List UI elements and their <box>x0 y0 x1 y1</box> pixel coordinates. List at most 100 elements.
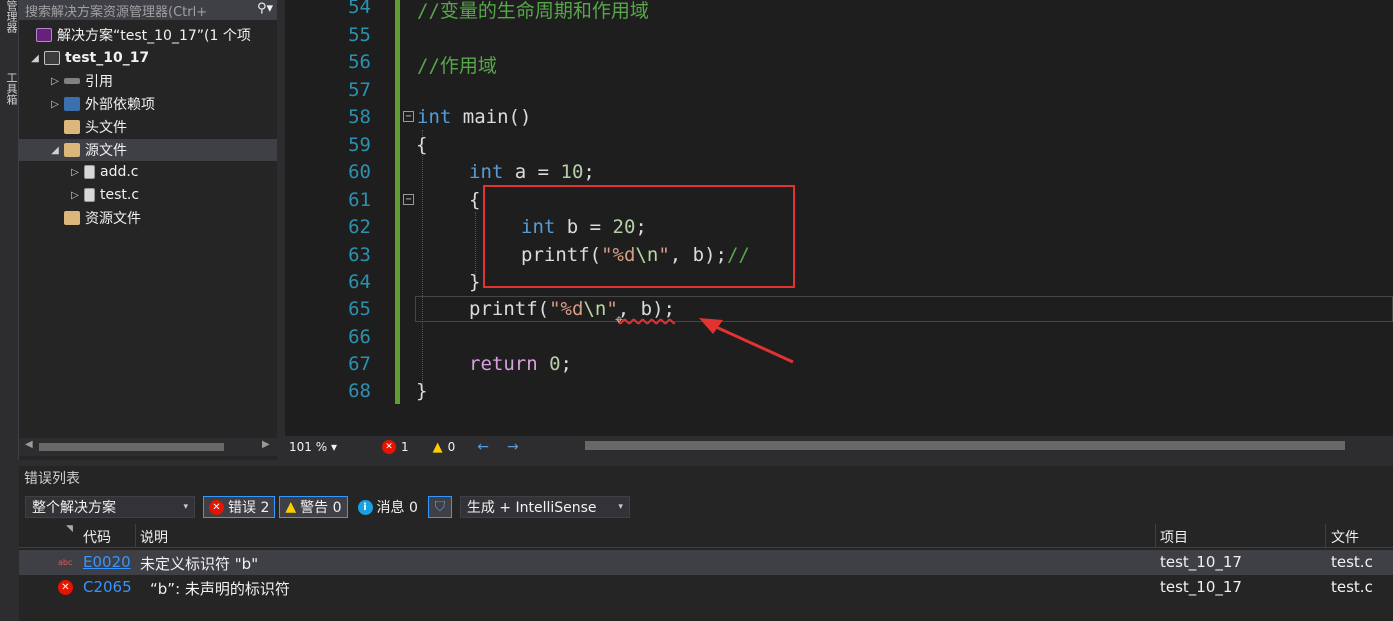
tree-item-label: 资源文件 <box>85 211 141 227</box>
code-line-67: return 0; <box>469 353 572 375</box>
mouse-cursor-icon: ⌖ <box>615 312 623 328</box>
column-divider[interactable] <box>1325 524 1326 548</box>
scroll-right-icon[interactable]: ▶ <box>262 439 270 450</box>
tree-item-label: 引用 <box>85 74 113 90</box>
error-row[interactable]: abc E0020 未定义标识符 "b" test_10_17 test.c <box>19 550 1393 575</box>
chevron-down-icon: ▾ <box>618 502 623 512</box>
error-icon: ✕ <box>58 580 73 595</box>
side-tab-toolbox[interactable]: 工具箱 <box>3 72 19 105</box>
code-line-56: //作用域 <box>417 55 497 77</box>
side-tab-strip: 服务器资源管理器 工具箱 <box>0 0 34 460</box>
arrow-left-icon[interactable]: ← <box>477 439 489 455</box>
collapsed-arrow-icon[interactable]: ▷ <box>49 76 61 87</box>
warnings-filter-label: 警告 0 <box>300 500 342 516</box>
error-project: test_10_17 <box>1160 553 1242 571</box>
code-line-59: { <box>416 134 428 156</box>
annotation-arrow-icon <box>699 318 794 364</box>
error-list-title: 错误列表 <box>24 471 80 487</box>
tree-item-header-files[interactable]: 头文件 <box>19 116 277 138</box>
tree-item-resource-files[interactable]: 资源文件 <box>19 207 277 229</box>
number-literal: 0 <box>549 353 561 375</box>
collapse-main-icon[interactable]: − <box>403 111 414 122</box>
scroll-thumb[interactable] <box>39 443 224 451</box>
line-number: 54 <box>348 0 371 18</box>
collapsed-arrow-icon[interactable]: ▷ <box>69 190 81 201</box>
tree-item-solution[interactable]: 解决方案“test_10_17”(1 个项 <box>19 24 277 46</box>
solution-horizontal-scrollbar[interactable]: ◀ ▶ <box>19 438 277 456</box>
error-row[interactable]: ✕ C2065 “b”: 未声明的标识符 test_10_17 test.c <box>19 575 1393 600</box>
filter-toggle-button[interactable]: ⛉ <box>427 496 452 518</box>
intellisense-error-icon: abc <box>58 558 73 567</box>
solution-search-placeholder: 搜索解决方案资源管理器(Ctrl+ <box>25 4 208 20</box>
solution-explorer: 搜索解决方案资源管理器(Ctrl+ ⚲▾ 解决方案“test_10_17”(1 … <box>19 0 277 460</box>
tree-item-label: 源文件 <box>85 143 127 159</box>
solution-search-input[interactable]: 搜索解决方案资源管理器(Ctrl+ ⚲▾ <box>19 0 277 20</box>
external-deps-icon <box>64 97 80 111</box>
error-icon[interactable]: ✕ <box>382 440 396 454</box>
collapse-block-icon[interactable]: − <box>403 194 414 205</box>
tree-item-test-c[interactable]: ▷ test.c <box>19 184 277 206</box>
warning-count: 0 <box>447 440 456 454</box>
line-number: 58 <box>348 106 371 128</box>
collapsed-arrow-icon[interactable]: ▷ <box>49 99 61 110</box>
code-line-65: printf("%d\n", b); <box>469 298 675 320</box>
collapsed-arrow-icon[interactable]: ▷ <box>69 167 81 178</box>
error-code-link[interactable]: E0020 <box>83 553 131 571</box>
chevron-down-icon: ▾ <box>183 502 188 512</box>
column-project[interactable]: 项目 <box>1160 527 1188 547</box>
error-list-toolbar: 整个解决方案 ▾ ✕ 错误 2 ▲ 警告 0 i 消息 0 ⛉ 生成 + Int… <box>19 494 1393 520</box>
highlight-box <box>483 185 795 288</box>
error-list-header: ◥ 代码 说明 项目 文件 <box>19 524 1393 548</box>
line-number: 62 <box>348 216 371 238</box>
scope-dropdown[interactable]: 整个解决方案 ▾ <box>25 496 195 518</box>
tree-item-label: 外部依赖项 <box>85 97 155 113</box>
line-number: 55 <box>348 24 371 46</box>
line-number: 67 <box>348 353 371 375</box>
warning-icon[interactable]: ▲ <box>433 440 443 455</box>
column-divider[interactable] <box>135 524 136 548</box>
column-code[interactable]: 代码 <box>83 527 111 547</box>
tree-item-references[interactable]: ▷ 引用 <box>19 70 277 92</box>
tree-item-project[interactable]: ◢ test_10_17 <box>19 47 277 69</box>
errors-filter-label: 错误 2 <box>228 500 270 516</box>
scroll-left-icon[interactable]: ◀ <box>25 439 33 450</box>
tree-item-source-files[interactable]: ◢ 源文件 <box>19 139 277 161</box>
line-number: 64 <box>348 271 371 293</box>
tree-item-add-c[interactable]: ▷ add.c <box>19 161 277 183</box>
errors-filter-button[interactable]: ✕ 错误 2 <box>203 496 276 518</box>
code-line-54: //变量的生命周期和作用域 <box>417 0 649 22</box>
editor-horizontal-scrollbar[interactable] <box>585 441 1345 450</box>
code-editor[interactable]: − − 54 55 56 57 58 59 60 61 62 63 64 65 … <box>285 0 1393 436</box>
number-literal: 10 <box>560 161 584 183</box>
zoom-dropdown[interactable]: 101 % ▾ <box>289 440 349 454</box>
messages-filter-button[interactable]: i 消息 0 <box>352 496 424 518</box>
expanded-arrow-icon[interactable]: ◢ <box>49 145 61 156</box>
code-line-60: int a = 10; <box>469 161 595 183</box>
line-number: 61 <box>348 189 371 211</box>
build-filter-dropdown[interactable]: 生成 + IntelliSense ▾ <box>459 496 630 518</box>
column-desc[interactable]: 说明 <box>140 527 168 547</box>
change-tracking-bar <box>395 0 400 404</box>
code-line-68: } <box>416 380 428 402</box>
error-count: 1 <box>401 440 409 454</box>
search-icon[interactable]: ⚲▾ <box>257 1 273 16</box>
error-code-link[interactable]: C2065 <box>83 578 132 596</box>
warning-icon: ▲ <box>285 499 297 515</box>
escape-sequence: \n <box>583 298 607 320</box>
arrow-right-icon[interactable]: → <box>507 439 519 455</box>
line-number: 66 <box>348 326 371 348</box>
error-file: test.c <box>1331 553 1373 571</box>
column-divider[interactable] <box>1155 524 1156 548</box>
tree-item-external-deps[interactable]: ▷ 外部依赖项 <box>19 93 277 115</box>
error-icon: ✕ <box>209 499 224 515</box>
messages-filter-label: 消息 0 <box>376 500 418 516</box>
column-file[interactable]: 文件 <box>1331 527 1359 547</box>
project-icon <box>44 51 60 65</box>
indent-guide <box>422 130 423 392</box>
warnings-filter-button[interactable]: ▲ 警告 0 <box>279 496 348 518</box>
expanded-arrow-icon[interactable]: ◢ <box>29 53 41 64</box>
code-line-58: int main() <box>417 106 531 128</box>
tree-item-label: add.c <box>100 164 139 180</box>
keyword-int: int <box>417 106 452 128</box>
